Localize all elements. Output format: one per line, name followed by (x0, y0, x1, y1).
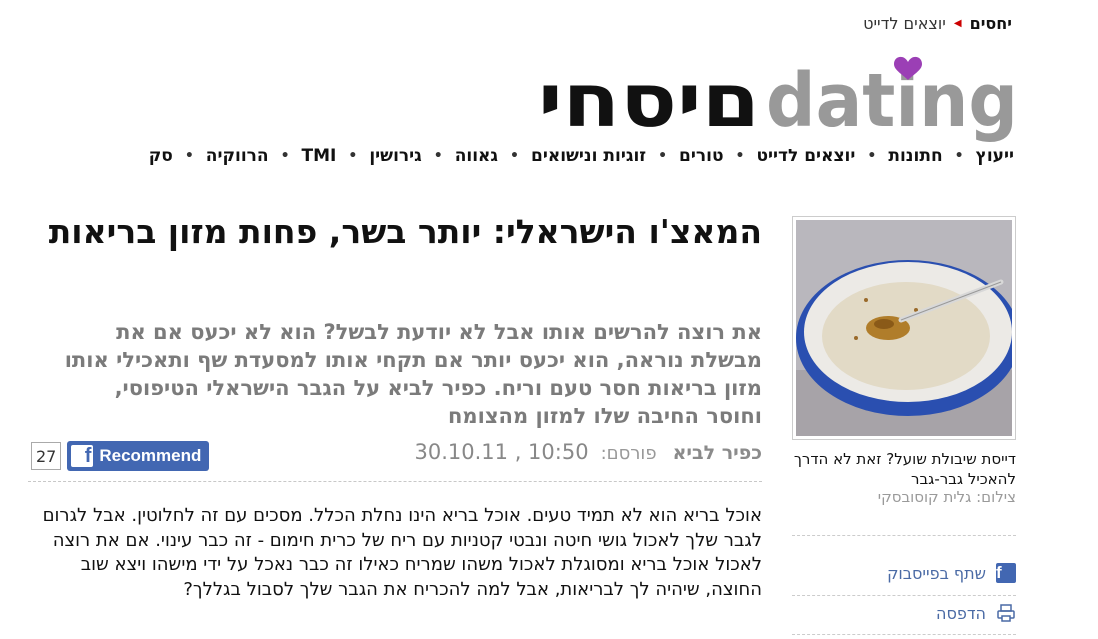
recommend-label: Recommend (99, 446, 202, 465)
share-facebook-link[interactable]: f שתף בפייסבוק (887, 563, 1016, 583)
nav-separator: • (433, 148, 443, 164)
nav-item[interactable]: יוצאים לדייט (756, 146, 855, 166)
logo-latin-text: dating (766, 58, 1018, 144)
author-name[interactable]: כפיר לביא (673, 442, 762, 464)
nav-separator: • (658, 148, 668, 164)
posted-label: פורסם: (600, 443, 657, 464)
nav-item[interactable]: סק (149, 146, 173, 166)
print-link[interactable]: הדפסה (936, 603, 1016, 623)
article-divider (28, 481, 762, 482)
nav-separator: • (184, 148, 194, 164)
breadcrumb-home-link[interactable]: יחסים (970, 14, 1012, 33)
breadcrumb-current-link[interactable]: יוצאים לדייט (863, 14, 946, 33)
sidebar-divider (792, 535, 1016, 536)
article-photo[interactable] (792, 216, 1016, 440)
nav-item[interactable]: ייעוץ (976, 146, 1014, 166)
article-subtitle: את רוצה להרשים אותו אבל לא יודעת לבשל? ה… (64, 320, 762, 428)
nav-item[interactable]: TMI (302, 146, 337, 166)
facebook-square-icon: f (996, 563, 1016, 583)
nav-item[interactable]: הרווקיה (206, 146, 269, 166)
facebook-recommend-widget: f Recommend 27 (31, 441, 210, 471)
article-meta: כפיר לביא פורסם: 30.10.11 , 10:50 (415, 440, 762, 464)
sidebar-divider (792, 634, 1016, 635)
printer-icon (996, 603, 1016, 623)
recommend-count: 27 (31, 442, 62, 470)
print-label: הדפסה (935, 603, 986, 623)
site-logo[interactable]: יחסים dating (538, 50, 1018, 150)
nav-separator: • (280, 148, 290, 164)
nav-item[interactable]: חתונות (888, 146, 942, 166)
nav-item[interactable]: זוגיות ונישואים (531, 146, 646, 166)
sidebar-divider (792, 595, 1016, 596)
facebook-f-icon: f (71, 445, 94, 467)
article-headline: המאצ'ו הישראלי: יותר בשר, פחות מזון בריא… (48, 212, 762, 251)
nav-separator: • (510, 148, 519, 164)
porridge-bowl-image (796, 220, 1012, 436)
nav-separator: • (954, 148, 964, 164)
facebook-recommend-button[interactable]: f Recommend (67, 441, 210, 471)
breadcrumb-arrow-icon: ◀ (953, 18, 962, 29)
publish-date: 30.10.11 , 10:50 (414, 440, 589, 464)
nav-separator: • (735, 148, 745, 164)
photo-caption: דייסת שיבולת שועל? זאת לא הדרך להאכיל גב… (793, 450, 1016, 488)
nav-separator: • (348, 148, 358, 164)
logo-hebrew-text: יחסים (538, 58, 760, 144)
nav-separator: • (867, 148, 877, 164)
breadcrumb: יחסים ◀ יוצאים לדייט (863, 14, 1012, 33)
nav-item[interactable]: גירושין (369, 146, 421, 166)
nav-item[interactable]: גאווה (455, 146, 498, 166)
nav-item[interactable]: טורים (679, 146, 723, 166)
share-facebook-label: שתף בפייסבוק (887, 563, 986, 583)
article-body: אוכל בריא הוא לא תמיד טעים. אוכל בריא הי… (42, 505, 762, 600)
main-nav: ייעוץ • חתונות • יוצאים לדייט • טורים • זוגיות ו… (149, 146, 1014, 166)
photo-credit: צילום: גלית קוסובסקי (877, 488, 1016, 506)
